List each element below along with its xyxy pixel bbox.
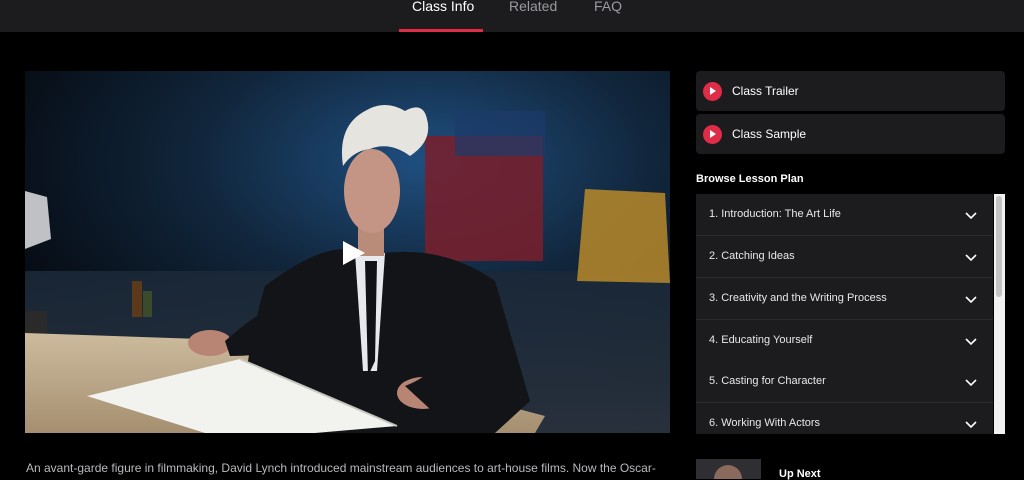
scrollbar-thumb[interactable]: [996, 196, 1002, 297]
lesson-item[interactable]: 3. Creativity and the Writing Process: [696, 278, 993, 320]
class-sample-button[interactable]: Class Sample: [696, 114, 1005, 154]
lesson-item[interactable]: 5. Casting for Character: [696, 361, 993, 403]
class-trailer-label: Class Trailer: [732, 84, 799, 98]
video-player[interactable]: [25, 71, 670, 433]
up-next-image: [696, 459, 761, 479]
lesson-title: 1. Introduction: The Art Life: [709, 208, 841, 220]
lesson-item[interactable]: 2. Catching Ideas: [696, 236, 993, 278]
chevron-down-icon[interactable]: [965, 293, 977, 305]
lesson-title: 4. Educating Yourself: [709, 334, 813, 346]
tab-faq[interactable]: FAQ: [594, 0, 624, 32]
up-next-label: Up Next: [779, 468, 821, 480]
browse-lesson-plan-heading: Browse Lesson Plan: [696, 173, 804, 185]
play-icon[interactable]: [339, 239, 367, 267]
lesson-item[interactable]: 4. Educating Yourself: [696, 320, 993, 362]
tab-label: Related: [509, 0, 558, 14]
tab-class-info[interactable]: Class Info: [399, 0, 483, 32]
top-nav-bar: Class Info Related FAQ: [0, 0, 1024, 32]
chevron-down-icon[interactable]: [965, 418, 977, 430]
class-sample-label: Class Sample: [732, 127, 807, 141]
chevron-down-icon[interactable]: [965, 251, 977, 263]
chevron-down-icon[interactable]: [965, 209, 977, 221]
active-tab-indicator: [399, 29, 483, 32]
tab-label: FAQ: [594, 0, 623, 14]
chevron-down-icon[interactable]: [965, 335, 977, 347]
tab-related[interactable]: Related: [509, 0, 559, 32]
lesson-title: 6. Working With Actors: [709, 417, 821, 429]
chevron-down-icon[interactable]: [965, 376, 977, 388]
lesson-title: 5. Casting for Character: [709, 375, 826, 387]
lesson-item[interactable]: 6. Working With Actors: [696, 403, 993, 434]
lesson-title: 3. Creativity and the Writing Process: [709, 292, 887, 304]
tab-label: Class Info: [412, 0, 475, 14]
play-circle-icon: [703, 125, 722, 144]
class-description: An avant-garde figure in filmmaking, Dav…: [26, 461, 656, 475]
lesson-item[interactable]: 1. Introduction: The Art Life: [696, 194, 993, 236]
play-circle-icon: [703, 82, 722, 101]
class-trailer-button[interactable]: Class Trailer: [696, 71, 1005, 111]
lesson-title: 2. Catching Ideas: [709, 250, 795, 262]
lesson-list[interactable]: 1. Introduction: The Art Life 2. Catchin…: [696, 194, 993, 434]
up-next-thumbnail[interactable]: [696, 459, 761, 479]
